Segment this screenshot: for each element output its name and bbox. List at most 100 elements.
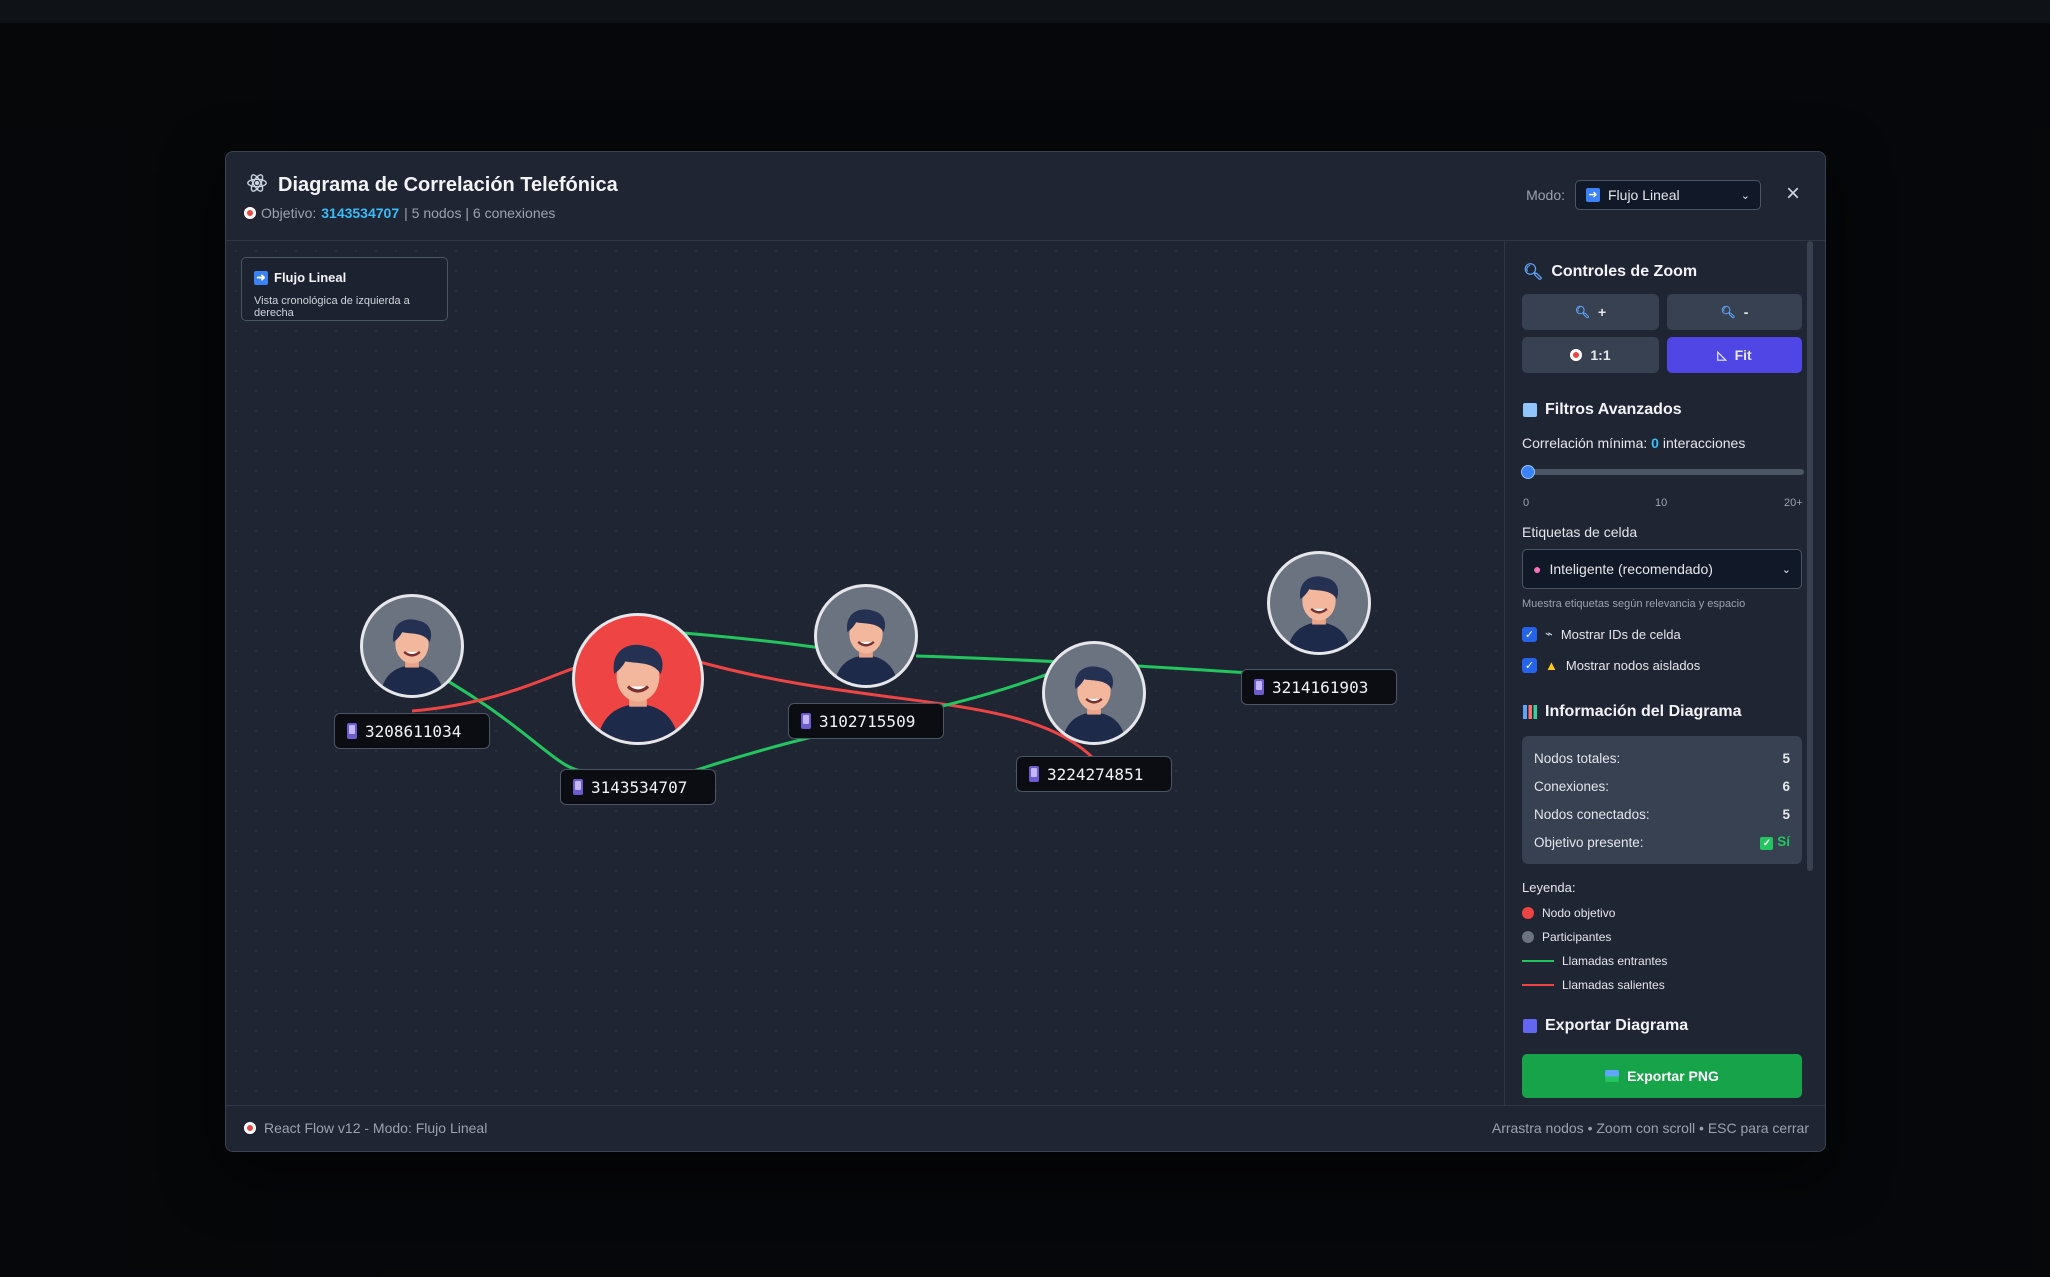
control-panel: 🔍︎ Controles de Zoom 🔍︎ + 🔍︎ - 1:1 ◺ Fit… xyxy=(1504,241,1816,1105)
correlation-modal: Diagrama de Correlación Telefónica Objet… xyxy=(225,151,1826,1152)
show-isolated-checkbox[interactable]: ✓ xyxy=(1522,658,1537,673)
legend-participants-label: Participantes xyxy=(1542,930,1612,944)
target-node-avatar[interactable] xyxy=(572,613,704,745)
node-phone-number: 3143534707 xyxy=(591,777,688,797)
slider-thumb[interactable] xyxy=(1521,465,1535,479)
stat-connected-nodes: Nodos conectados: 5 xyxy=(1534,800,1790,828)
mode-label: Modo: xyxy=(1526,187,1565,203)
slider-tick-mid: 10 xyxy=(1655,497,1668,509)
export-png-button[interactable]: Exportar PNG xyxy=(1522,1054,1802,1098)
node-phone-number: 3102715509 xyxy=(819,711,916,731)
show-isolated-row[interactable]: ✓ ▲ Mostrar nodos aislados xyxy=(1522,658,1700,673)
diagram-stats: Nodos totales: 5 Conexiones: 6 Nodos con… xyxy=(1522,736,1802,864)
stat-label: Nodos totales: xyxy=(1534,750,1621,766)
legend-dot-red xyxy=(1522,907,1534,919)
target-present-value: Sí xyxy=(1777,834,1790,849)
zoom-in-button[interactable]: 🔍︎ + xyxy=(1522,294,1659,330)
target-icon xyxy=(1570,349,1583,361)
cell-labels-title: Etiquetas de celda xyxy=(1522,524,1638,540)
show-cell-ids-row[interactable]: ✓ ⌁ Mostrar IDs de celda xyxy=(1522,626,1681,642)
phone-icon xyxy=(347,723,357,739)
arrow-right-icon: ➜ xyxy=(1586,188,1600,202)
stat-target-present: Objetivo presente: ✓ Sí xyxy=(1534,828,1790,856)
person-icon xyxy=(1287,576,1351,652)
mode-control: Modo: ➜ Flujo Lineal ⌄ xyxy=(1526,180,1761,210)
show-cell-ids-checkbox[interactable]: ✓ xyxy=(1522,626,1537,642)
legend-line-red xyxy=(1522,984,1554,986)
close-button[interactable]: × xyxy=(1783,182,1803,206)
person-icon xyxy=(380,619,444,695)
phone-icon xyxy=(1254,679,1264,695)
legend-outgoing: Llamadas salientes xyxy=(1522,978,1665,992)
node-phone-label[interactable]: 3224274851 xyxy=(1016,756,1172,792)
phone-icon xyxy=(1029,766,1039,782)
zoom-title-text: Controles de Zoom xyxy=(1551,263,1698,280)
node-phone-number: 3208611034 xyxy=(365,721,462,741)
panel-scrollbar[interactable] xyxy=(1807,241,1813,871)
node-phone-label[interactable]: 3208611034 xyxy=(334,713,490,749)
cell-labels-select[interactable]: ● Inteligente (recomendado) ⌄ xyxy=(1522,549,1802,589)
participant-node-avatar[interactable] xyxy=(1042,641,1146,745)
subtitle-stats: | 5 nodos | 6 conexiones xyxy=(404,205,556,221)
legend-incoming-label: Llamadas entrantes xyxy=(1562,954,1668,968)
slider-tick-min: 0 xyxy=(1523,497,1530,509)
bar-chart-icon xyxy=(1523,705,1537,719)
participant-node-avatar[interactable] xyxy=(360,594,464,698)
min-correlation-label: Correlación mínima: 0 interacciones xyxy=(1522,435,1745,451)
stat-total-nodes: Nodos totales: 5 xyxy=(1534,744,1790,772)
node-phone-label[interactable]: 3102715509 xyxy=(788,703,944,739)
mode-select[interactable]: ➜ Flujo Lineal ⌄ xyxy=(1575,180,1761,210)
chevron-down-icon: ⌄ xyxy=(1740,189,1750,202)
target-icon xyxy=(244,207,256,219)
show-cell-ids-label: Mostrar IDs de celda xyxy=(1560,626,1681,642)
person-icon xyxy=(834,609,898,685)
export-title-text: Exportar Diagrama xyxy=(1545,1017,1689,1034)
node-phone-number: 3224274851 xyxy=(1047,764,1144,784)
check-icon: ✓ xyxy=(1760,837,1774,850)
stat-value: 5 xyxy=(1782,750,1790,766)
modal-footer: React Flow v12 - Modo: Flujo Lineal Arra… xyxy=(226,1105,1825,1151)
node-phone-number: 3214161903 xyxy=(1272,677,1369,697)
legend-dot-gray xyxy=(1522,931,1534,943)
modal-subtitle: Objetivo: 3143534707 | 5 nodos | 6 conex… xyxy=(244,205,555,221)
zoom-fit-label: Fit xyxy=(1734,347,1752,363)
modal-title: Diagrama de Correlación Telefónica xyxy=(278,174,618,196)
zoom-section-title: 🔍︎ Controles de Zoom xyxy=(1523,262,1697,282)
participant-node-avatar[interactable] xyxy=(814,584,918,688)
save-icon xyxy=(1523,1019,1537,1033)
legend-participants: Participantes xyxy=(1522,930,1611,944)
zoom-out-label: - xyxy=(1743,304,1749,320)
min-correlation-suffix: interacciones xyxy=(1662,435,1746,451)
atom-icon xyxy=(246,172,268,199)
zoom-out-button[interactable]: 🔍︎ - xyxy=(1667,294,1802,330)
min-correlation-slider[interactable] xyxy=(1527,469,1804,475)
zoom-reset-button[interactable]: 1:1 xyxy=(1522,337,1659,373)
info-section-title: Información del Diagrama xyxy=(1523,703,1742,721)
antenna-icon: ⌁ xyxy=(1545,626,1553,641)
mode-select-value: Flujo Lineal xyxy=(1608,187,1680,203)
subtitle-prefix: Objetivo: xyxy=(261,205,317,221)
brain-icon: ● xyxy=(1533,561,1542,577)
magnifier-icon: 🔍︎ xyxy=(1523,264,1544,281)
magnifier-icon: 🔍︎ xyxy=(1720,305,1736,319)
ruler-icon: ◺ xyxy=(1717,348,1727,362)
zoom-fit-button[interactable]: ◺ Fit xyxy=(1667,337,1802,373)
target-icon xyxy=(244,1122,256,1134)
flow-canvas[interactable]: ➜ Flujo Lineal Vista cronológica de izqu… xyxy=(226,241,1503,1105)
zoom-in-label: + xyxy=(1598,304,1607,320)
target-phone: 3143534707 xyxy=(321,205,400,221)
footer-hint: Arrastra nodos • Zoom con scroll • ESC p… xyxy=(1491,1120,1809,1136)
legend-title: Leyenda: xyxy=(1522,880,1576,895)
node-phone-label[interactable]: 3143534707 xyxy=(560,769,716,805)
node-phone-label[interactable]: 3214161903 xyxy=(1241,669,1397,705)
image-icon xyxy=(1605,1070,1620,1082)
island-icon: ▲ xyxy=(1545,658,1558,673)
participant-node-avatar[interactable] xyxy=(1267,551,1371,655)
person-icon xyxy=(597,644,679,742)
person-icon xyxy=(1062,666,1126,742)
filters-section-title: Filtros Avanzados xyxy=(1523,401,1682,419)
stat-value: ✓ Sí xyxy=(1760,834,1790,850)
stat-connections: Conexiones: 6 xyxy=(1534,772,1790,800)
legend-incoming: Llamadas entrantes xyxy=(1522,954,1667,968)
slider-tick-max: 20+ xyxy=(1784,497,1803,509)
